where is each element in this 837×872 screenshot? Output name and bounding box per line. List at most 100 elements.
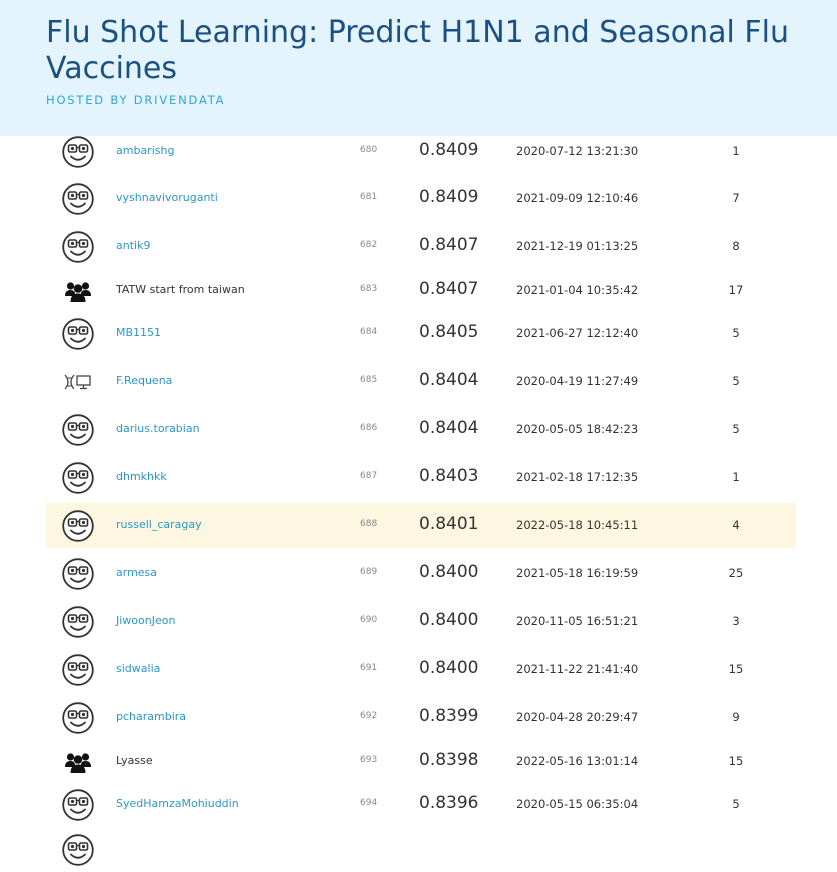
table-row: armesa 689 0.8400 2021-05-18 16:19:59 25: [46, 551, 796, 596]
rank-number: 694: [360, 798, 378, 808]
submission-timestamp: 2021-11-22 21:41:40: [516, 662, 639, 676]
smiley-avatar-icon[interactable]: [62, 510, 94, 542]
entry-count: 1: [732, 470, 740, 484]
submission-timestamp: 2021-12-19 01:13:25: [516, 239, 639, 253]
smiley-avatar-icon[interactable]: [62, 414, 94, 446]
participant-name[interactable]: SyedHamzaMohiuddin: [116, 797, 239, 810]
table-row: pcharambira 692 0.8399 2020-04-28 20:29:47 9: [46, 695, 796, 740]
rank-number: 682: [360, 240, 378, 250]
team-icon: [62, 275, 94, 307]
participant-name[interactable]: sidwalia: [116, 662, 160, 675]
score-value: 0.8401: [419, 514, 479, 534]
host-subtitle[interactable]: HOSTED BY DRIVENDATA: [46, 93, 225, 107]
smiley-avatar-icon[interactable]: [62, 462, 94, 494]
score-value: 0.8409: [419, 187, 479, 207]
score-value: 0.8398: [419, 750, 479, 770]
participant-name[interactable]: JiwoonJeon: [116, 614, 175, 627]
rank-number: 691: [360, 663, 378, 673]
smiley-avatar-icon[interactable]: [62, 231, 94, 263]
smiley-avatar-icon[interactable]: [62, 136, 94, 168]
participant-name[interactable]: MB1151: [116, 326, 161, 339]
table-row: Lyasse 693 0.8398 2022-05-16 13:01:14 15: [46, 739, 796, 784]
participant-name[interactable]: darius.torabian: [116, 422, 200, 435]
dna-computer-avatar-icon[interactable]: [62, 366, 94, 398]
rank-number: 684: [360, 327, 378, 337]
score-value: 0.8404: [419, 370, 479, 390]
submission-timestamp: 2020-05-05 18:42:23: [516, 422, 639, 436]
entry-count: 5: [732, 797, 740, 811]
table-row: JiwoonJeon 690 0.8400 2020-11-05 16:51:21 3: [46, 599, 796, 644]
smiley-avatar-icon[interactable]: [62, 558, 94, 590]
entry-count: 3: [732, 614, 740, 628]
submission-timestamp: 2022-05-16 13:01:14: [516, 754, 639, 768]
rank-number: 680: [360, 145, 378, 155]
entry-count: 5: [732, 422, 740, 436]
entry-count: 15: [728, 754, 744, 768]
participant-name[interactable]: pcharambira: [116, 710, 186, 723]
table-row: [46, 827, 796, 872]
score-value: 0.8404: [419, 418, 479, 438]
submission-timestamp: 2021-06-27 12:12:40: [516, 326, 639, 340]
submission-timestamp: 2021-09-09 12:10:46: [516, 191, 639, 205]
smiley-avatar-icon[interactable]: [62, 702, 94, 734]
rank-number: 693: [360, 755, 378, 765]
smiley-avatar-icon[interactable]: [62, 654, 94, 686]
entry-count: 25: [728, 566, 744, 580]
score-value: 0.8403: [419, 466, 479, 486]
entry-count: 15: [728, 662, 744, 676]
score-value: 0.8405: [419, 322, 479, 342]
rank-number: 687: [360, 471, 378, 481]
table-row: F.Requena 685 0.8404 2020-04-19 11:27:49 5: [46, 359, 796, 404]
rank-number: 681: [360, 192, 378, 202]
submission-timestamp: 2021-05-18 16:19:59: [516, 566, 639, 580]
score-value: 0.8409: [419, 140, 479, 160]
participant-name[interactable]: F.Requena: [116, 374, 172, 387]
participant-name[interactable]: russell_caragay: [116, 518, 202, 531]
rank-number: 689: [360, 567, 378, 577]
rank-number: 686: [360, 423, 378, 433]
smiley-avatar-icon[interactable]: [62, 606, 94, 638]
participant-name[interactable]: antik9: [116, 239, 150, 252]
rank-number: 690: [360, 615, 378, 625]
entry-count: 5: [732, 374, 740, 388]
rank-number: 685: [360, 375, 378, 385]
table-row: SyedHamzaMohiuddin 694 0.8396 2020-05-15 06…: [46, 782, 796, 827]
smiley-avatar-icon[interactable]: [62, 789, 94, 821]
rank-number: 688: [360, 519, 378, 529]
submission-timestamp: 2020-05-15 06:35:04: [516, 797, 639, 811]
team-icon: [62, 746, 94, 778]
table-row: dhmkhkk 687 0.8403 2021-02-18 17:12:35 1: [46, 455, 796, 500]
page-title: Flu Shot Learning: Predict H1N1 and Seas…: [46, 15, 790, 86]
submission-timestamp: 2020-11-05 16:51:21: [516, 614, 639, 628]
page-header: Flu Shot Learning: Predict H1N1 and Seas…: [0, 0, 837, 136]
score-value: 0.8396: [419, 793, 479, 813]
entry-count: 1: [732, 144, 740, 158]
table-row: vyshnavivoruganti 681 0.8409 2021-09-09 12:…: [46, 176, 796, 221]
entry-count: 4: [732, 518, 740, 532]
table-row: russell_caragay 688 0.8401 2022-05-18 10:45…: [46, 503, 796, 548]
rank-number: 692: [360, 711, 378, 721]
submission-timestamp: 2022-05-18 10:45:11: [516, 518, 639, 532]
entry-count: 9: [732, 710, 740, 724]
participant-name[interactable]: dhmkhkk: [116, 470, 167, 483]
participant-name[interactable]: vyshnavivoruganti: [116, 191, 218, 204]
score-value: 0.8399: [419, 706, 479, 726]
smiley-avatar-icon[interactable]: [62, 834, 94, 866]
smiley-avatar-icon[interactable]: [62, 183, 94, 215]
participant-name: Lyasse: [116, 754, 153, 767]
table-row: darius.torabian 686 0.8404 2020-05-05 18:42…: [46, 407, 796, 452]
participant-name: TATW start from taiwan: [116, 283, 245, 296]
table-row: TATW start from taiwan 683 0.8407 2021-01-0…: [46, 268, 796, 313]
submission-timestamp: 2021-02-18 17:12:35: [516, 470, 639, 484]
entry-count: 7: [732, 191, 740, 205]
score-value: 0.8400: [419, 562, 479, 582]
submission-timestamp: 2020-07-12 13:21:30: [516, 144, 639, 158]
participant-name[interactable]: ambarishg: [116, 144, 174, 157]
smiley-avatar-icon[interactable]: [62, 318, 94, 350]
entry-count: 17: [728, 283, 744, 297]
rank-number: 683: [360, 284, 378, 294]
participant-name[interactable]: armesa: [116, 566, 157, 579]
submission-timestamp: 2021-01-04 10:35:42: [516, 283, 639, 297]
score-value: 0.8400: [419, 658, 479, 678]
table-row: sidwalia 691 0.8400 2021-11-22 21:41:40 15: [46, 647, 796, 692]
